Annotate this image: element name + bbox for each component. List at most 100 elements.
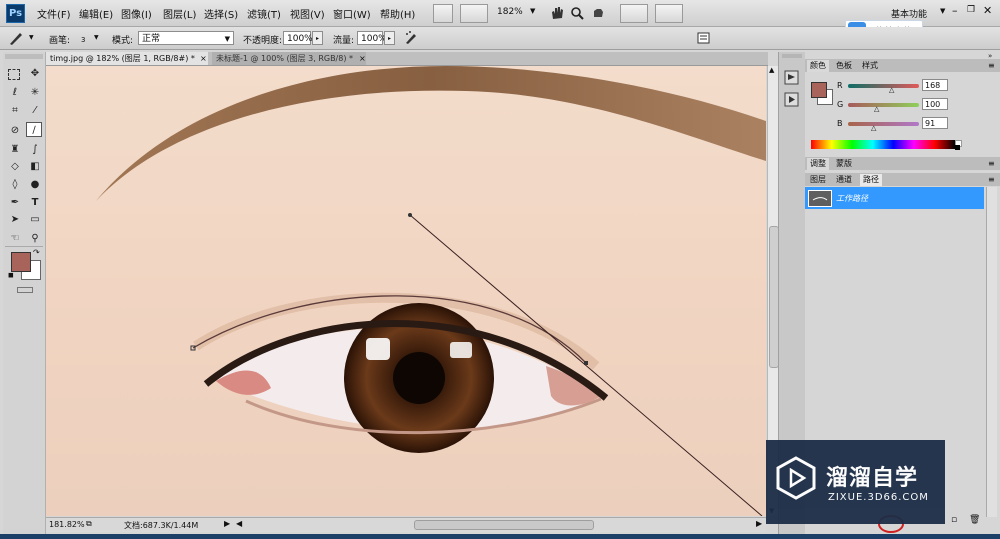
tab-masks[interactable]: 蒙版 <box>833 158 855 170</box>
document-canvas[interactable] <box>46 66 766 516</box>
brush-preset-icon[interactable] <box>8 30 26 46</box>
tab-untitled[interactable]: 未标题-1 @ 100% (图层 3, RGB/8) * <box>212 52 366 65</box>
clone-stamp-tool-icon[interactable]: ♜ <box>7 142 23 157</box>
horizontal-scroll-thumb[interactable] <box>414 520 594 530</box>
tab-layers[interactable]: 图层 <box>807 174 829 186</box>
menu-image[interactable]: 图像(I) <box>121 6 152 21</box>
quick-mask-icon[interactable] <box>17 287 33 293</box>
hand-tool-icon[interactable] <box>550 6 564 20</box>
zoom-tool-box-icon[interactable]: ⚲ <box>27 231 43 246</box>
rotate-view-icon[interactable] <box>591 6 605 20</box>
default-colors-icon[interactable]: ◼ <box>8 271 14 279</box>
magic-wand-tool-icon[interactable]: ✳ <box>27 85 43 100</box>
brush-preset-dropdown-icon[interactable]: ▼ <box>29 34 34 41</box>
swap-colors-icon[interactable]: ↷ <box>33 248 40 257</box>
brush-size[interactable]: 3 <box>81 36 85 44</box>
paths-panel-scrollbar[interactable] <box>986 187 997 517</box>
adjust-panel-menu-icon[interactable]: ≡ <box>988 159 995 168</box>
tab-timg-close-icon[interactable]: × <box>200 52 207 65</box>
menu-layer[interactable]: 图层(L) <box>163 6 196 21</box>
eyedropper-tool-icon[interactable]: ⁄ <box>27 103 43 118</box>
channel-r-slider[interactable] <box>848 84 919 88</box>
arrange-documents-button[interactable] <box>620 4 648 23</box>
opacity-input[interactable]: 100% <box>283 31 313 45</box>
scroll-up-icon[interactable]: ▲ <box>769 66 774 74</box>
path-row-work-path[interactable]: 工作路径 <box>805 187 984 209</box>
icon-strip-grip[interactable] <box>782 54 802 58</box>
marquee-tool-icon[interactable] <box>8 69 20 80</box>
healing-brush-tool-icon[interactable]: ⊘ <box>7 123 23 138</box>
toolbox-grip[interactable] <box>5 54 43 59</box>
panel-foreground-swatch[interactable] <box>811 82 827 98</box>
move-tool-icon[interactable]: ✥ <box>27 66 43 81</box>
hscroll-left-icon[interactable]: ◀ <box>236 519 242 528</box>
tab-swatches[interactable]: 色板 <box>833 60 855 72</box>
tab-styles[interactable]: 样式 <box>859 60 881 72</box>
close-icon[interactable]: ✕ <box>983 4 992 17</box>
menu-help[interactable]: 帮助(H) <box>380 6 415 21</box>
tab-channels[interactable]: 通道 <box>833 174 855 186</box>
anchor-point-selected[interactable] <box>584 361 588 365</box>
tab-paths[interactable]: 路径 <box>860 174 882 186</box>
tab-adjustments[interactable]: 调整 <box>807 158 829 170</box>
menu-window[interactable]: 窗口(W) <box>333 6 371 21</box>
path-selection-tool-icon[interactable]: ➤ <box>7 212 23 227</box>
gradient-tool-icon[interactable]: ◧ <box>27 159 43 174</box>
flow-slider-arrow-icon[interactable]: ▸ <box>384 31 395 45</box>
menu-filter[interactable]: 滤镜(T) <box>247 6 281 21</box>
foreground-color-swatch[interactable] <box>11 252 31 272</box>
menu-select[interactable]: 选择(S) <box>204 6 238 21</box>
channel-b-slider[interactable] <box>848 122 919 126</box>
screen-mode-button[interactable] <box>655 4 683 23</box>
lasso-tool-icon[interactable]: ℓ <box>7 85 23 100</box>
type-tool-icon[interactable]: T <box>27 195 43 210</box>
pen-tool-icon[interactable]: ✒ <box>7 195 23 210</box>
delete-path-icon[interactable]: 🗑 <box>969 515 980 525</box>
history-brush-tool-icon[interactable]: ∫ <box>27 142 43 157</box>
mode-select[interactable]: 正常 ▼ <box>138 31 234 45</box>
zoom-level[interactable]: 182% <box>497 7 523 17</box>
tab-color[interactable]: 颜色 <box>807 60 829 72</box>
workspace-dropdown-icon[interactable]: ▼ <box>940 7 945 15</box>
bridge-button[interactable] <box>433 4 453 23</box>
channel-b-input[interactable]: 91 <box>922 117 948 129</box>
history-panel-icon[interactable] <box>784 70 799 85</box>
restore-icon[interactable]: ❐ <box>967 5 975 15</box>
shape-tool-icon[interactable]: ▭ <box>27 212 43 227</box>
airbrush-icon[interactable] <box>403 30 419 46</box>
zoom-dropdown-icon[interactable]: ▼ <box>530 7 535 15</box>
3d-rotate-tool-icon[interactable]: ☜ <box>7 231 23 246</box>
channel-r-thumb[interactable]: △ <box>889 86 894 94</box>
channel-g-thumb[interactable]: △ <box>874 105 879 113</box>
channel-b-thumb[interactable]: △ <box>871 124 876 132</box>
menu-file[interactable]: 文件(F) <box>37 6 71 21</box>
status-info-icon[interactable]: ⧉ <box>86 519 92 529</box>
spectrum-black-swatch[interactable] <box>955 145 960 150</box>
dodge-tool-icon[interactable]: ● <box>27 177 43 192</box>
tab-timg[interactable]: timg.jpg @ 182% (图层 1, RGB/8#) * <box>46 52 208 65</box>
zoom-tool-icon[interactable] <box>570 6 584 20</box>
channel-g-slider[interactable] <box>848 103 919 107</box>
eraser-tool-icon[interactable]: ◇ <box>7 159 23 174</box>
opacity-slider-arrow-icon[interactable]: ▸ <box>312 31 323 45</box>
flow-input[interactable]: 100% <box>357 31 387 45</box>
actions-panel-icon[interactable] <box>784 92 799 107</box>
blur-tool-icon[interactable]: ◊ <box>7 177 23 192</box>
color-panel-menu-icon[interactable]: ≡ <box>988 61 995 70</box>
channel-g-input[interactable]: 100 <box>922 98 948 110</box>
brush-size-dropdown-icon[interactable]: ▼ <box>94 34 99 41</box>
status-zoom[interactable]: 181.82% <box>49 520 85 529</box>
hscroll-right-icon[interactable]: ▶ <box>756 519 762 528</box>
panel-toggle-icon[interactable] <box>697 31 711 45</box>
minimize-icon[interactable]: – <box>952 4 958 17</box>
menu-view[interactable]: 视图(V) <box>290 6 325 21</box>
new-path-icon[interactable]: ▫ <box>951 515 957 525</box>
bezier-handle-point[interactable] <box>408 213 412 217</box>
crop-tool-icon[interactable]: ⌗ <box>7 103 23 118</box>
channel-r-input[interactable]: 168 <box>922 79 948 91</box>
status-menu-arrow-icon[interactable]: ▶ <box>224 519 230 528</box>
workspace-switcher[interactable]: 基本功能 <box>891 7 927 20</box>
brush-tool-icon[interactable]: ∕ <box>26 122 42 137</box>
color-spectrum-bar[interactable] <box>811 140 955 149</box>
menu-edit[interactable]: 编辑(E) <box>79 6 113 21</box>
